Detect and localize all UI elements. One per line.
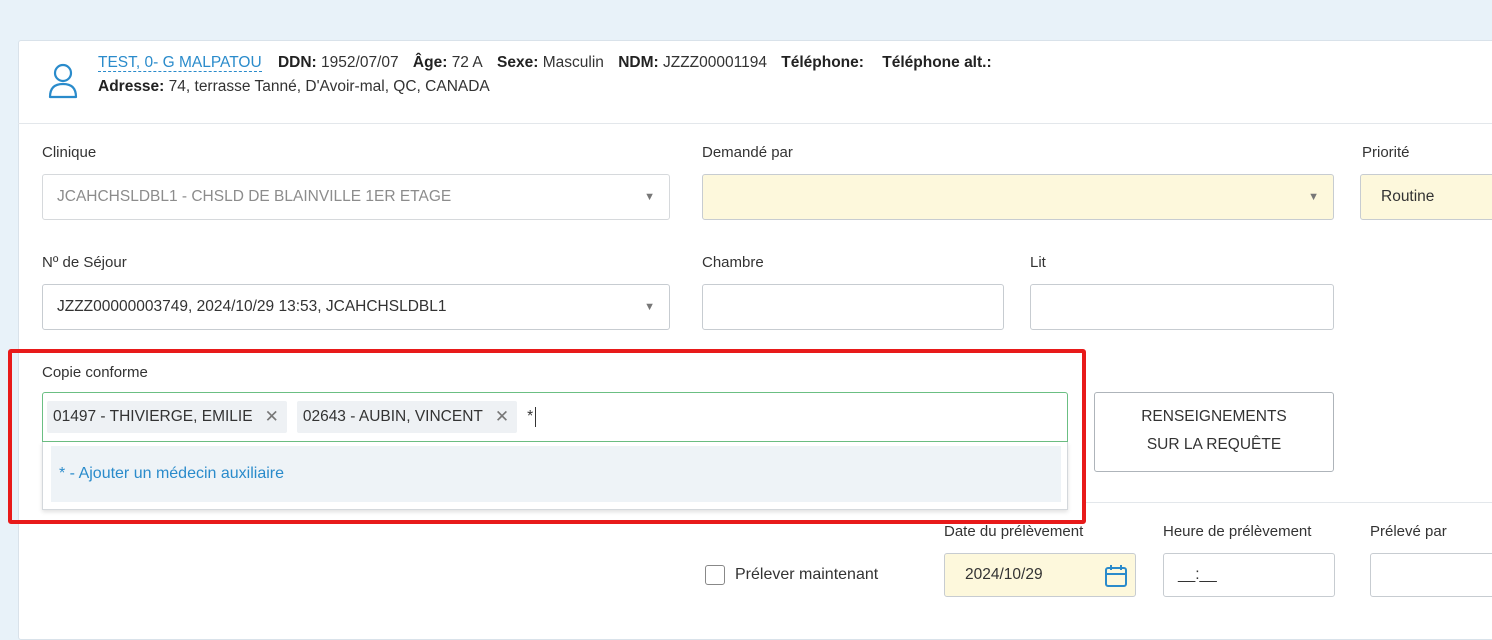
- priorite-label: Priorité: [1362, 144, 1410, 161]
- patient-address-line: Adresse: 74, terrasse Tanné, D'Avoir-mal…: [98, 78, 490, 96]
- priorite-select[interactable]: Routine: [1360, 174, 1492, 220]
- ndm-value: JZZZ00001194: [662, 54, 767, 71]
- chambre-input[interactable]: [702, 284, 1004, 330]
- age-value: 72 A: [451, 54, 483, 71]
- renseignements-requete-button[interactable]: RENSEIGNEMENTS SUR LA REQUÊTE: [1094, 392, 1334, 472]
- annotation-highlight-box: [8, 349, 1086, 524]
- heure-prelevement-value: __:__: [1178, 566, 1217, 583]
- prelever-maintenant-checkbox[interactable]: [705, 565, 725, 585]
- chevron-down-icon: ▼: [644, 191, 655, 203]
- demande-par-select[interactable]: ▼: [702, 174, 1334, 220]
- button-label-line1: RENSEIGNEMENTS: [1141, 408, 1287, 425]
- preleve-par-label: Prélevé par: [1370, 523, 1447, 540]
- heure-prelevement-label: Heure de prélèvement: [1163, 523, 1312, 540]
- telephone-label: Téléphone:: [781, 54, 864, 71]
- heure-prelevement-input[interactable]: __:__: [1163, 553, 1335, 597]
- ddn-value: 1952/07/07: [321, 54, 399, 71]
- clinique-value: JCAHCHSLDBL1 - CHSLD DE BLAINVILLE 1ER E…: [57, 188, 452, 205]
- patient-banner: TEST, 0- G MALPATOU DDN: 1952/07/07 Âge:…: [18, 40, 1492, 124]
- telephone-alt-label: Téléphone alt.:: [882, 54, 992, 71]
- button-label-line2: SUR LA REQUÊTE: [1146, 436, 1282, 453]
- clinique-label: Clinique: [42, 144, 97, 161]
- calendar-icon: [1105, 565, 1127, 587]
- clinique-select: JCAHCHSLDBL1 - CHSLD DE BLAINVILLE 1ER E…: [42, 174, 670, 220]
- adresse-value: 74, terrasse Tanné, D'Avoir-mal, QC, CAN…: [168, 78, 490, 95]
- date-prelevement-value: 2024/10/29: [965, 566, 1043, 583]
- age-label: Âge:: [412, 54, 448, 71]
- sejour-value: JZZZ00000003749, 2024/10/29 13:53, JCAHC…: [57, 298, 447, 315]
- lit-input[interactable]: [1030, 284, 1334, 330]
- sejour-label: Nº de Séjour: [42, 254, 127, 271]
- sexe-value: Masculin: [542, 54, 604, 71]
- preleve-par-input[interactable]: [1370, 553, 1492, 597]
- sexe-label: Sexe:: [497, 54, 539, 71]
- patient-info-line: TEST, 0- G MALPATOU DDN: 1952/07/07 Âge:…: [98, 54, 992, 72]
- divider: [1086, 502, 1492, 503]
- date-prelevement-label: Date du prélèvement: [944, 523, 1084, 540]
- user-icon: [48, 63, 78, 99]
- demande-par-label: Demandé par: [702, 144, 793, 161]
- chevron-down-icon: ▼: [1308, 191, 1319, 203]
- calendar-button[interactable]: [1097, 554, 1135, 598]
- lit-label: Lit: [1030, 254, 1046, 271]
- patient-name-link[interactable]: TEST, 0- G MALPATOU: [98, 54, 262, 72]
- priorite-value: Routine: [1381, 188, 1435, 205]
- ddn-label: DDN:: [277, 54, 317, 71]
- chevron-down-icon: ▼: [644, 301, 655, 313]
- date-prelevement-input[interactable]: 2024/10/29: [944, 553, 1136, 597]
- prelever-maintenant-label: Prélever maintenant: [735, 566, 879, 583]
- adresse-label: Adresse:: [98, 78, 165, 95]
- ndm-label: NDM:: [618, 54, 659, 71]
- sejour-select[interactable]: JZZZ00000003749, 2024/10/29 13:53, JCAHC…: [42, 284, 670, 330]
- chambre-label: Chambre: [702, 254, 764, 271]
- request-form-card: [18, 40, 1492, 640]
